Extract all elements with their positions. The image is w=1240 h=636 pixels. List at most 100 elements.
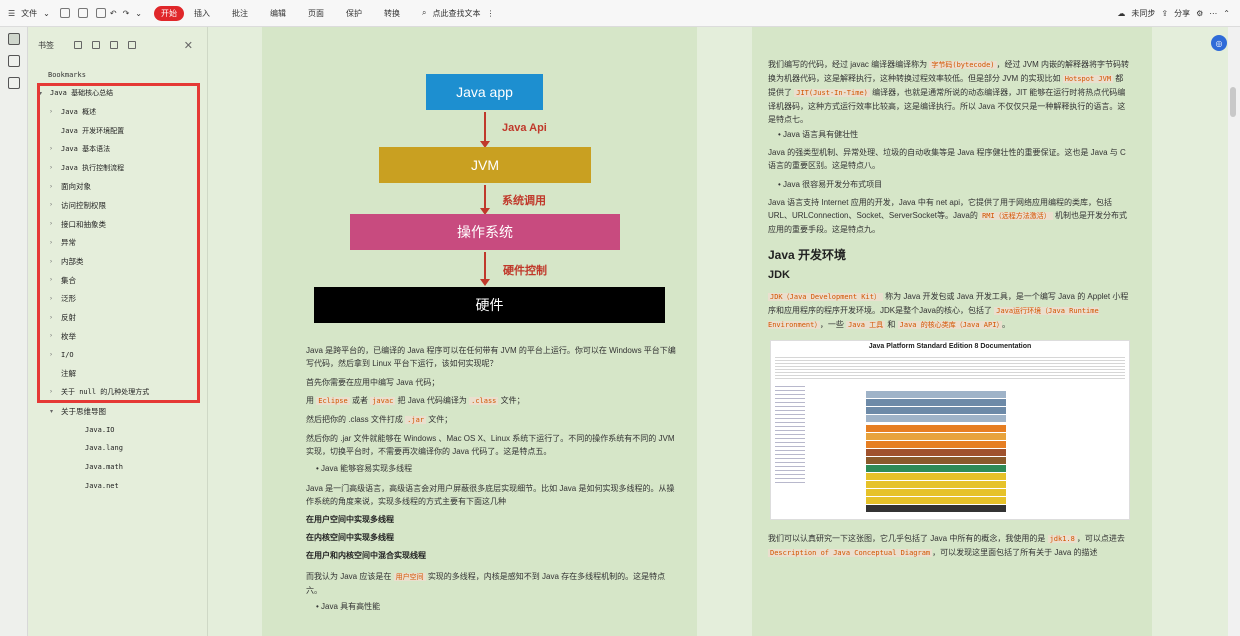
sidebar-item[interactable]: › 异常 — [28, 234, 208, 253]
tab-convert[interactable]: 转换 — [384, 8, 400, 19]
collapse-icon[interactable]: ⌃ — [1223, 9, 1230, 18]
sidebar-item[interactable]: › I/O — [28, 346, 208, 365]
heading-jdk: JDK — [768, 269, 791, 281]
java-platform-diagram-image: Java Platform Standard Edition 8 Documen… — [770, 340, 1130, 520]
more-horizontal-icon[interactable]: ⋯ — [1209, 9, 1217, 18]
sidebar-item[interactable]: › 泛形 — [28, 290, 208, 309]
tab-page[interactable]: 页面 — [308, 8, 324, 19]
sidebar-item[interactable]: › 接口和抽象类 — [28, 215, 208, 234]
sidebar-item[interactable]: Java.math — [28, 458, 208, 477]
caret-right-icon[interactable]: › — [50, 165, 58, 171]
sidebar-item-label: 接口和抽象类 — [61, 219, 106, 229]
sidebar-item[interactable]: Java.net — [28, 476, 208, 495]
caret-right-icon[interactable]: › — [50, 296, 58, 302]
arrow-1 — [480, 112, 490, 148]
share-button[interactable]: 分享 — [1174, 8, 1190, 19]
tab-start[interactable]: 开始 — [153, 5, 184, 21]
sidebar-item[interactable]: 注解 — [28, 364, 208, 383]
caret-right-icon[interactable]: › — [50, 109, 58, 115]
chevron-down-icon[interactable]: ⌄ — [43, 9, 50, 18]
close-icon[interactable]: ✕ — [184, 39, 193, 52]
para-step3: 然后把你的 .class 文件打成 .jar 文件； — [306, 415, 453, 424]
bullet-robust: Java 语言具有健壮性 — [778, 128, 1128, 141]
caret-right-icon[interactable]: › — [50, 202, 58, 208]
heading-user-space: 在用户空间中实现多线程 — [306, 515, 394, 524]
image-row — [866, 473, 1006, 480]
java-api-label: Java Api — [502, 122, 547, 134]
caret-right-icon[interactable]: › — [50, 315, 58, 321]
sidebar-item-label: Java.net — [85, 481, 119, 490]
caret-right-icon[interactable]: › — [50, 352, 58, 358]
sidebar-item[interactable]: Java.lang — [28, 439, 208, 458]
sync-status[interactable]: 未同步 — [1131, 8, 1155, 19]
para-step4: 然后你的 .jar 文件就能够在 Windows 、Mac OS X、Linux… — [306, 434, 675, 456]
left-rail — [0, 27, 28, 636]
image-row — [866, 505, 1006, 512]
redo-icon[interactable]: ↷ — [123, 9, 130, 18]
expand-all-icon[interactable] — [110, 41, 118, 49]
caret-right-icon[interactable]: › — [50, 184, 58, 190]
tag-icon[interactable] — [7, 77, 20, 89]
save-icon[interactable] — [77, 8, 88, 18]
caret-right-icon[interactable]: › — [50, 389, 58, 395]
scroll-thumb[interactable] — [1230, 87, 1236, 117]
sidebar-item[interactable]: › Java 概述 — [28, 103, 208, 122]
menu-icon[interactable]: ☰ — [8, 9, 15, 18]
sidebar-item[interactable]: › Java 执行控制流程 — [28, 159, 208, 178]
search-box[interactable]: 点此查找文本 — [432, 8, 480, 19]
bullet-distributed: Java 很容易开发分布式项目 — [778, 178, 1128, 191]
thumbnail-icon[interactable] — [7, 55, 20, 67]
tab-annotate[interactable]: 批注 — [232, 8, 248, 19]
hardware-box: 硬件 — [314, 287, 665, 323]
para-robust: Java 的强类型机制、异常处理、垃圾的自动收集等是 Java 程序健壮性的重要… — [768, 148, 1126, 170]
caret-right-icon[interactable]: › — [50, 221, 58, 227]
undo-icon[interactable]: ↶ — [110, 9, 117, 18]
caret-right-icon[interactable]: › — [50, 333, 58, 339]
para-step2: 用 Eclipse 或者 javac 把 Java 代码编译为 .class 文… — [306, 396, 525, 405]
search-icon: ⌕ — [421, 8, 427, 17]
sidebar-item[interactable]: ▾ 关于思维导图 — [28, 402, 208, 421]
add-bookmark-icon[interactable] — [74, 41, 82, 49]
sidebar-item-label: Java 基本语法 — [61, 145, 111, 154]
more-icon[interactable]: ⌄ — [135, 9, 142, 18]
sidebar-item-label: Java 执行控制流程 — [61, 164, 125, 173]
sidebar-item[interactable]: Java.IO — [28, 420, 208, 439]
sidebar-item[interactable]: › 集合 — [28, 271, 208, 290]
edit-bookmark-icon[interactable] — [92, 41, 100, 49]
caret-down-icon[interactable]: ▾ — [39, 90, 47, 97]
bookmarks-label: Bookmarks — [48, 71, 86, 79]
print-icon[interactable] — [95, 8, 106, 18]
cloud-icon: ☁ — [1117, 8, 1126, 18]
sidebar-item[interactable]: › 反射 — [28, 308, 208, 327]
sidebar-item[interactable]: › 内部类 — [28, 252, 208, 271]
assistant-icon[interactable]: ◎ — [1211, 35, 1227, 51]
tab-edit[interactable]: 编辑 — [270, 8, 286, 19]
image-title: Java Platform Standard Edition 8 Documen… — [868, 343, 1032, 350]
sidebar-item[interactable]: ▾ Java 基础核心总结 — [28, 84, 208, 103]
sidebar-item[interactable]: › 访问控制权限 — [28, 196, 208, 215]
sidebar-item[interactable]: › 关于 null 的几种处理方式 — [28, 383, 208, 402]
caret-right-icon[interactable]: › — [50, 277, 58, 283]
sidebar-item[interactable]: Java 开发环境配置 — [28, 121, 208, 140]
sidebar-item-label: 注解 — [61, 369, 76, 379]
vertical-scrollbar[interactable] — [1228, 27, 1240, 636]
open-icon[interactable] — [59, 8, 70, 18]
sidebar-item[interactable]: › 面向对象 — [28, 177, 208, 196]
tab-protect[interactable]: 保护 — [346, 8, 362, 19]
bullet-multithread: Java 能够容易实现多线程 — [316, 462, 676, 475]
caret-right-icon[interactable]: › — [50, 240, 58, 246]
tab-insert[interactable]: 插入 — [194, 8, 210, 19]
sidebar-item[interactable]: › 枚举 — [28, 327, 208, 346]
caret-right-icon[interactable]: › — [50, 146, 58, 152]
sidebar-item[interactable]: › Java 基本语法 — [28, 140, 208, 159]
settings-icon[interactable]: ⚙ — [1196, 9, 1203, 18]
more-options-icon[interactable]: ⋮ — [486, 9, 494, 18]
file-menu[interactable]: 文件 — [21, 8, 37, 19]
caret-right-icon[interactable]: › — [50, 259, 58, 265]
caret-down-icon[interactable]: ▾ — [50, 408, 58, 415]
bullet-performance: Java 具有高性能 — [316, 600, 676, 613]
sidebar-item-label: 异常 — [61, 238, 76, 248]
sidebar-title: 书签 — [38, 40, 54, 50]
bookmark-panel-icon[interactable] — [7, 33, 20, 45]
collapse-all-icon[interactable] — [128, 41, 136, 49]
